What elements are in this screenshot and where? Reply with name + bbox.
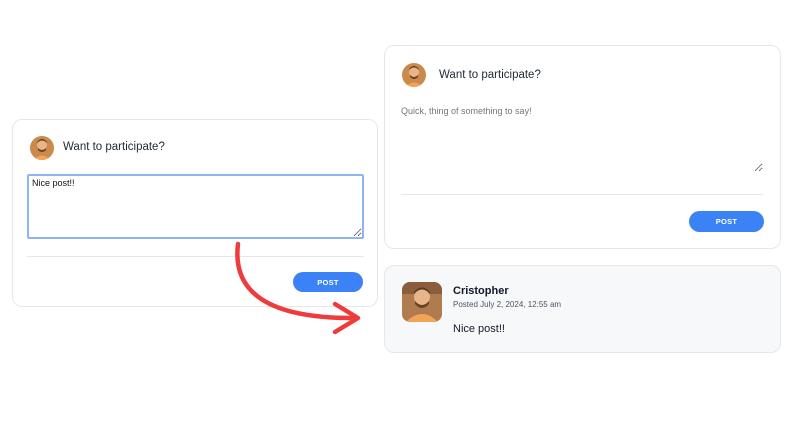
comment-author: Cristopher: [453, 285, 509, 297]
comment-input[interactable]: [401, 106, 763, 172]
posted-comment: Cristopher Posted July 2, 2024, 12:55 am…: [384, 265, 781, 353]
comment-text: Nice post!!: [453, 323, 505, 335]
divider: [27, 256, 364, 257]
author-avatar-icon: [402, 282, 442, 322]
divider: [401, 194, 763, 195]
comment-form-right: Want to participate? POST: [384, 45, 781, 249]
user-avatar-icon: [402, 63, 426, 87]
comment-timestamp: Posted July 2, 2024, 12:55 am: [453, 300, 562, 309]
comment-input[interactable]: Nice post!!: [27, 174, 364, 239]
prompt-text: Want to participate?: [63, 141, 165, 153]
comment-form-left: Want to participate? Nice post!! POST: [12, 119, 378, 307]
post-button[interactable]: POST: [293, 272, 363, 292]
user-avatar-icon: [30, 136, 54, 160]
post-button[interactable]: POST: [689, 211, 764, 232]
prompt-text: Want to participate?: [439, 69, 541, 81]
page: Want to participate? Nice post!! POST Wa…: [0, 0, 793, 432]
